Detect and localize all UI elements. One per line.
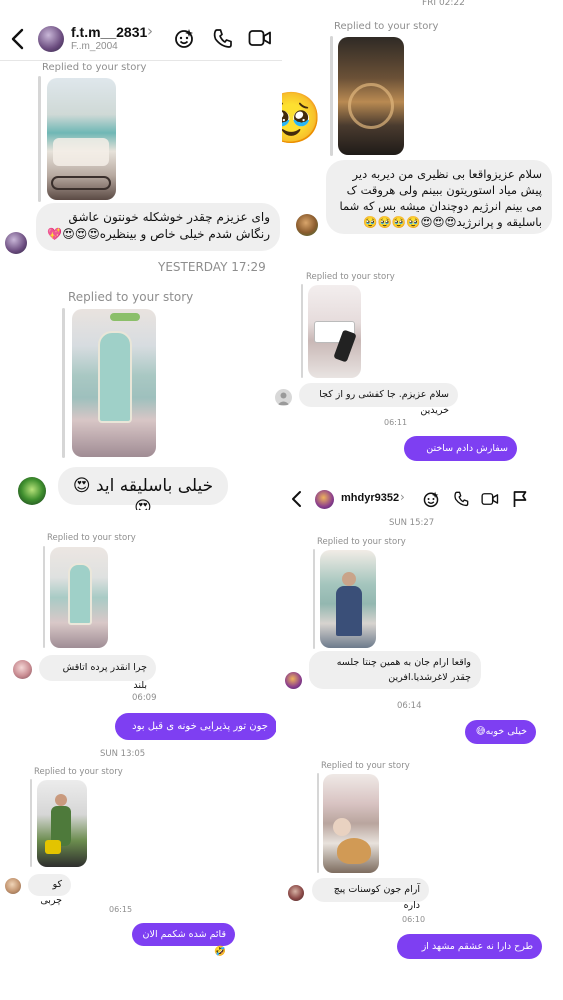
chat-panel-curtain: Replied to your story چرا انقدر پرده اتا… (0, 520, 280, 745)
story-thumbnail[interactable] (47, 78, 116, 200)
avatar[interactable] (38, 26, 64, 52)
flag-icon[interactable] (512, 490, 528, 508)
sender-avatar (5, 878, 21, 894)
time-stamp: 06:11 (384, 418, 408, 427)
phone-icon[interactable] (212, 27, 234, 49)
sender-avatar (13, 660, 32, 679)
sender-avatar (288, 885, 304, 901)
reply-text: سفارش دادم ساختن عزیزم (426, 443, 508, 465)
replied-label: Replied to your story (68, 290, 194, 304)
time-stamp: 06:15 (109, 905, 133, 914)
effects-icon[interactable] (422, 490, 440, 508)
chat-panel-slim: SUN 15:27 Replied to your story واقعا ار… (276, 513, 563, 753)
message-bubble: آرام جون کوسنات پیچ داره (312, 878, 429, 911)
date-stamp: SUN 15:27 (389, 518, 435, 528)
story-thumbnail[interactable] (308, 285, 361, 378)
replied-label: Replied to your story (317, 537, 406, 547)
story-thumbnail[interactable] (323, 774, 379, 873)
chat-panel-ftm: f.t.m__2831 › F..m_2004 Replied to your … (0, 0, 282, 255)
date-stamp: YESTERDAY 17:29 (158, 260, 266, 274)
time-stamp: 06:09 (132, 693, 157, 703)
reply-bubble: خیلی خوبه😅 (465, 720, 536, 744)
header-divider (0, 60, 282, 61)
story-thumbnail[interactable] (320, 550, 376, 648)
chat-panel-cushions: Replied to your story آرام جون کوسنات پی… (270, 753, 563, 1000)
message-text: چرا انقدر پرده اتاقش بلند (62, 662, 147, 691)
replied-label: Replied to your story (34, 767, 123, 777)
message-text: وای عزیزم چقدر خوشکله خونتون عاشق رنگاش … (47, 210, 270, 241)
chevron-right-icon: › (400, 490, 405, 504)
replied-label: Replied to your story (306, 272, 395, 282)
sender-avatar (285, 672, 302, 689)
reply-bar (38, 76, 41, 202)
back-icon[interactable] (290, 490, 304, 508)
story-thumbnail[interactable] (338, 37, 404, 155)
message-text: سلام عزیزم. جا کفشی رو از کجا خریدین (319, 389, 449, 416)
sender-avatar (5, 232, 27, 254)
date-stamp: FRI 02:22 (422, 0, 465, 8)
message-text: سلام عزیزواقعا بی نظیری من دیربه دیر پیش… (339, 167, 542, 229)
story-thumbnail[interactable] (37, 780, 87, 867)
username[interactable]: mhdyr9352 (341, 492, 399, 504)
reply-bar (330, 36, 333, 156)
reply-text: قائم شده شکمم الان🤣 (142, 929, 226, 957)
message-bubble: واقعا ارام جان به همین چنتا جلسه چقدر لا… (309, 651, 481, 689)
chat-header-mhdyr: mhdyr9352 › (270, 465, 563, 513)
video-icon[interactable] (481, 491, 499, 507)
reply-bar (30, 779, 32, 867)
reply-bar (317, 773, 319, 873)
message-text: کو چربی (40, 879, 62, 906)
reply-bubble: قائم شده شکمم الان🤣 (132, 923, 235, 957)
time-stamp: 06:10 (402, 915, 426, 924)
message-bubble: سلام عزیزواقعا بی نظیری من دیربه دیر پیش… (326, 160, 552, 234)
replied-label: Replied to your story (47, 533, 136, 543)
chat-panel-top-right: FRI 02:22 Replied to your story 🥹 سلام ع… (282, 0, 563, 255)
chat-panel-bottom-left: SUN 13:05 Replied to your story کو چربی … (0, 745, 270, 1000)
message-bubble: خیلی باسلیقه اید 😍😍 (58, 467, 228, 510)
user-subtitle: F..m_2004 (71, 41, 118, 52)
reply-bubble: سفارش دادم ساختن عزیزم (404, 436, 517, 465)
chat-panel-yesterday: YESTERDAY 17:29 Replied to your story خی… (0, 255, 270, 510)
message-bubble: سلام عزیزم. جا کفشی رو از کجا خریدین (299, 383, 458, 416)
reply-bubble: جون تور پذیرایی خونه ی قبل بود😅 (115, 713, 277, 745)
sender-avatar (275, 389, 292, 406)
message-text: واقعا ارام جان به همین چنتا جلسه چقدر لا… (336, 657, 471, 683)
big-emoji: 🥹 (282, 89, 323, 147)
message-bubble: چرا انقدر پرده اتاقش بلند (39, 655, 156, 691)
story-thumbnail[interactable] (50, 547, 108, 648)
replied-label: Replied to your story (321, 761, 410, 771)
phone-icon[interactable] (453, 490, 470, 507)
reply-text: طرح دارا نه عشقم مشهد از پروما (421, 941, 533, 969)
chevron-right-icon: › (147, 22, 153, 40)
reply-bar (301, 284, 303, 378)
video-icon[interactable] (248, 28, 272, 48)
reply-bar (313, 549, 315, 649)
avatar[interactable] (315, 490, 334, 509)
message-bubble: کو چربی (28, 874, 71, 906)
story-thumbnail[interactable] (72, 309, 156, 457)
time-stamp: 06:14 (397, 701, 422, 711)
chat-panel-shoe-rack: Replied to your story سلام عزیزم. جا کفش… (270, 255, 563, 465)
message-text: خیلی باسلیقه اید 😍😍 (72, 476, 214, 510)
reply-text: جون تور پذیرایی خونه ی قبل بود😅 (132, 721, 268, 745)
sender-avatar (296, 214, 318, 236)
date-stamp: SUN 13:05 (100, 749, 146, 759)
message-bubble: وای عزیزم چقدر خوشکله خونتون عاشق رنگاش … (36, 203, 280, 251)
replied-label: Replied to your story (42, 62, 147, 73)
username[interactable]: f.t.m__2831 (71, 24, 147, 40)
sender-avatar (18, 477, 46, 505)
message-text: آرام جون کوسنات پیچ داره (333, 884, 420, 911)
reply-bar (62, 308, 65, 458)
back-icon[interactable] (8, 27, 28, 51)
reply-bar (43, 546, 45, 648)
reply-text: خیلی خوبه😅 (475, 726, 527, 737)
effects-icon[interactable] (173, 27, 195, 49)
replied-label: Replied to your story (334, 21, 439, 32)
reply-bubble: طرح دارا نه عشقم مشهد از پروما (397, 934, 542, 969)
